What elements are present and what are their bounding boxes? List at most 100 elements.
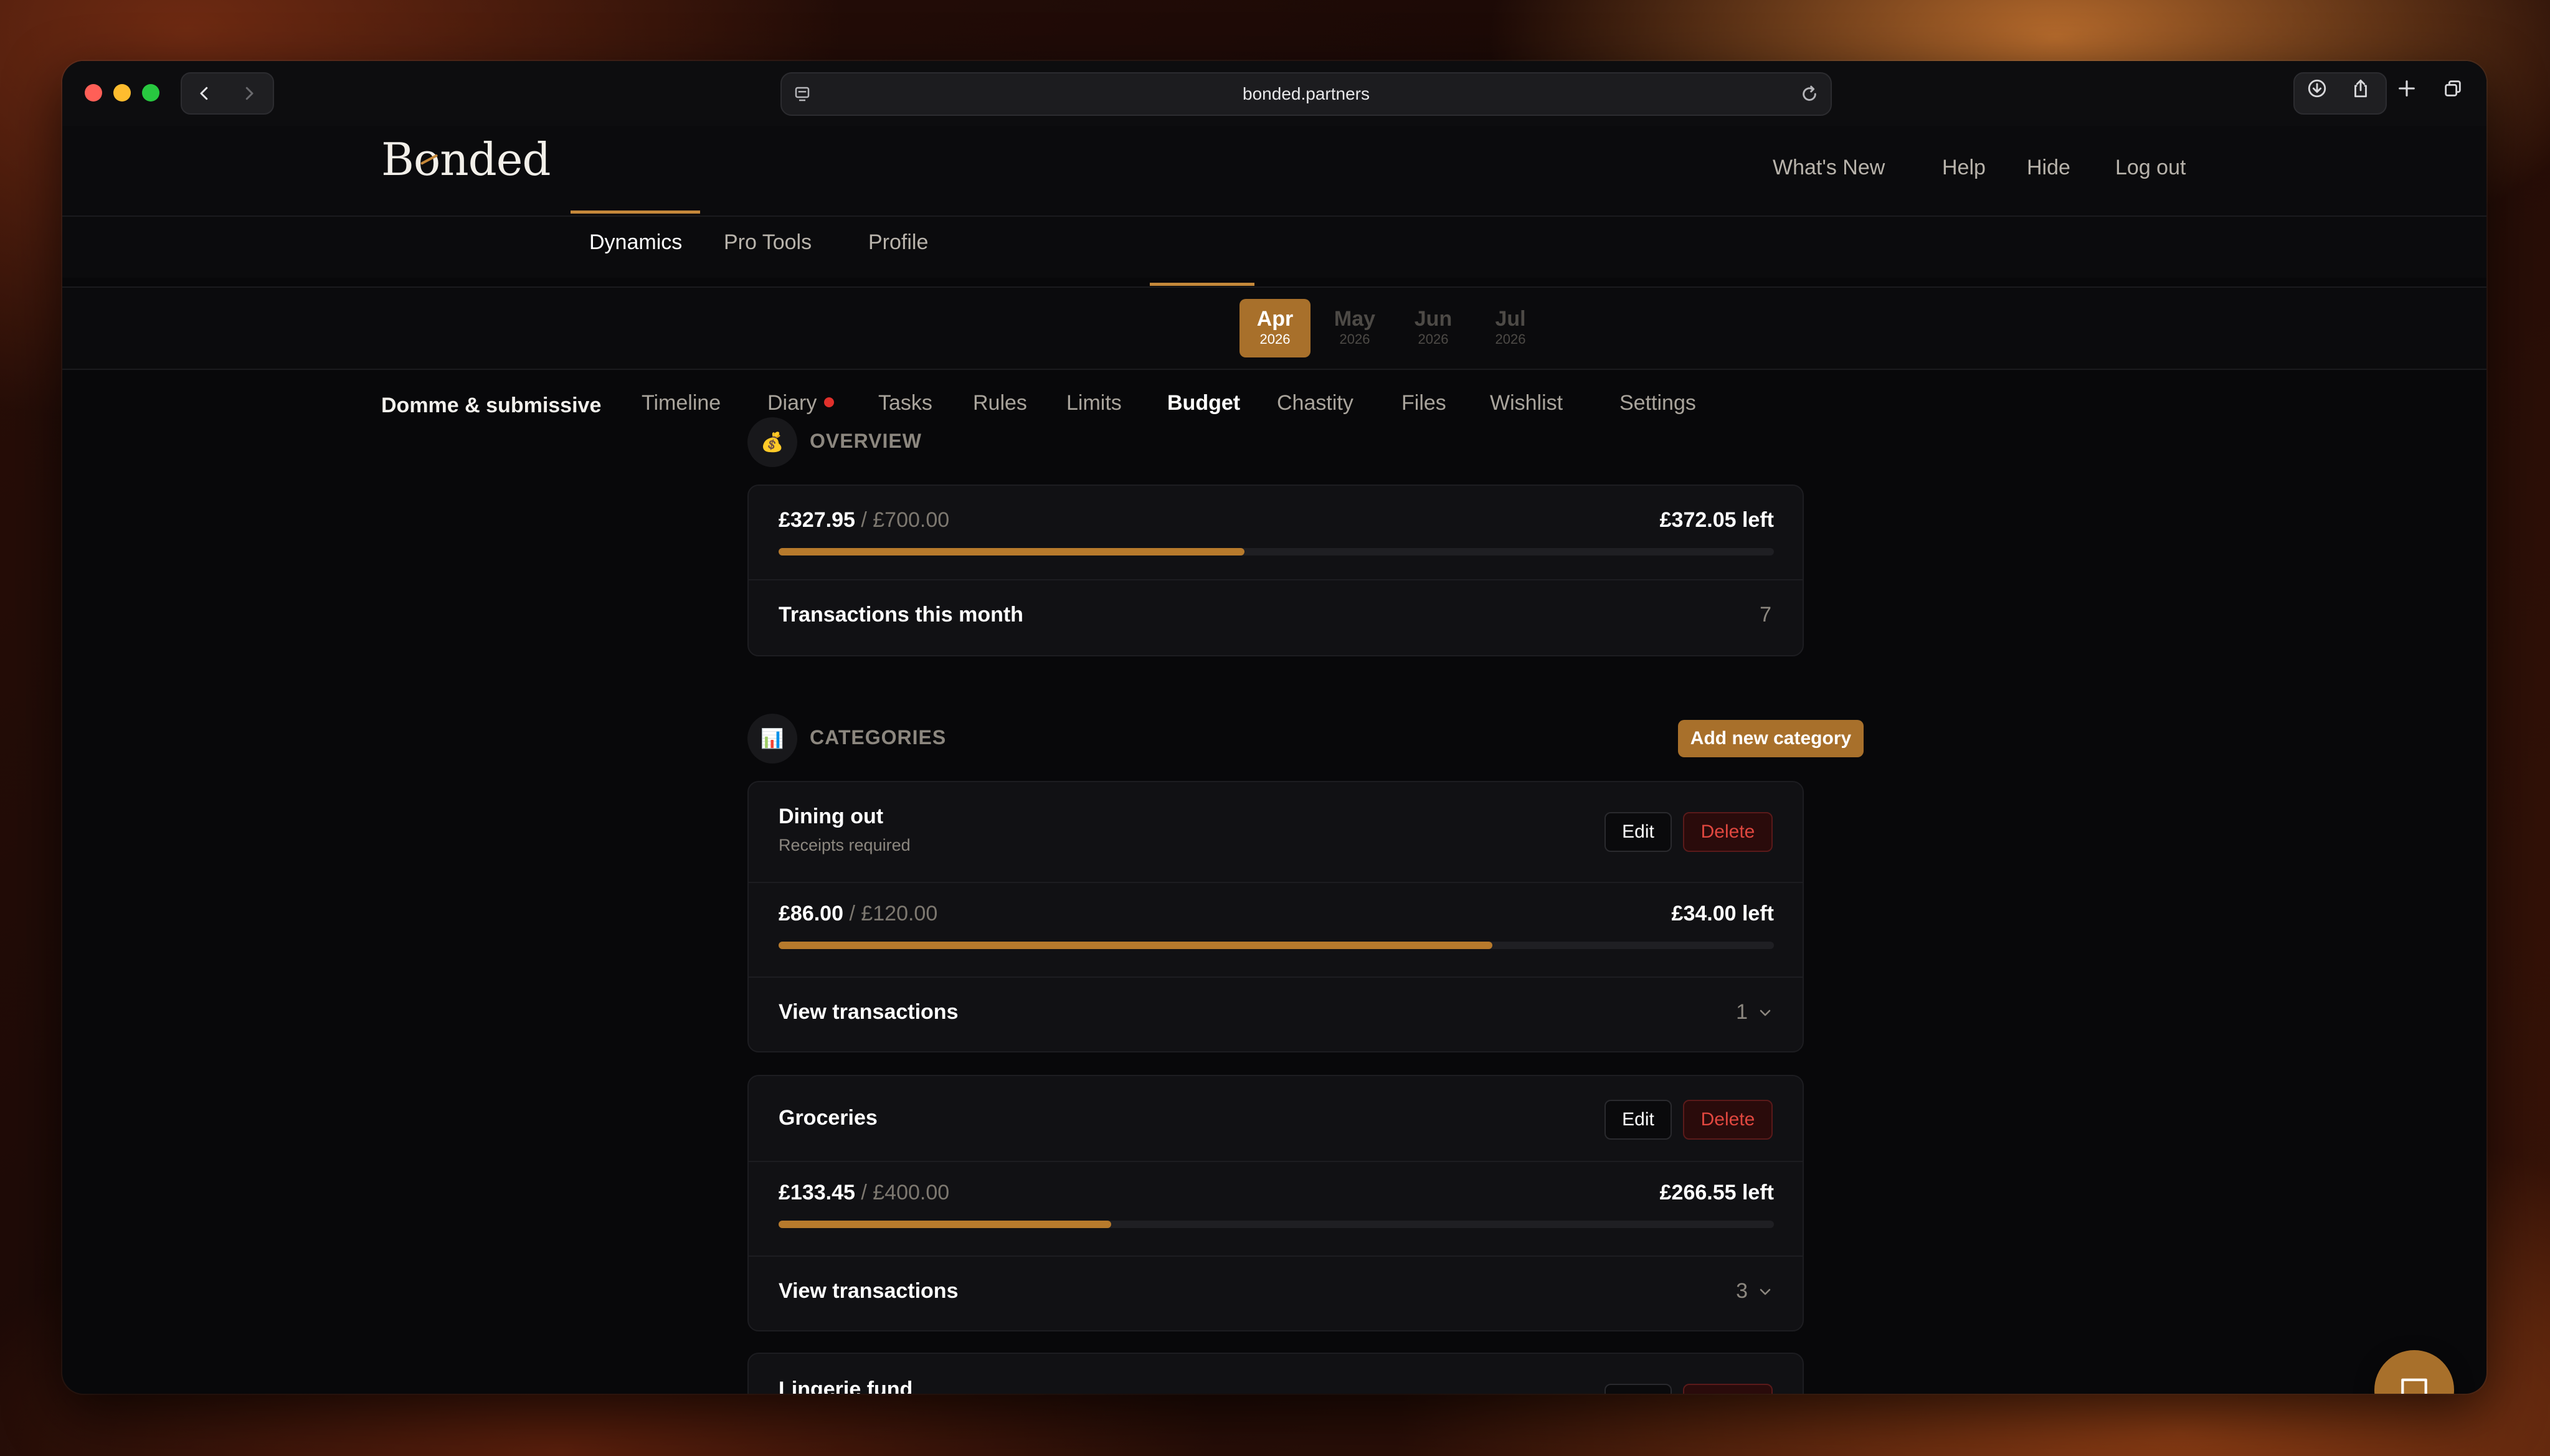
category-subtitle: Receipts required	[779, 836, 911, 854]
month-label: May	[1334, 307, 1376, 331]
chevron-down-icon	[1760, 1288, 1771, 1295]
overview-spent: £327.95	[779, 508, 855, 532]
diary-notification-dot	[824, 397, 835, 408]
browser-window: bonded.partners Bonded Dynamics Pro Tool…	[62, 61, 2486, 1394]
chat-bubble-icon	[2401, 1378, 2427, 1394]
month-label: Apr	[1256, 307, 1294, 331]
category-progress-fill	[779, 942, 1492, 949]
category-name: Groceries	[779, 1106, 878, 1130]
category-budget-row: £133.45 / £400.00 £266.55 left	[749, 1162, 1803, 1255]
downloads-icon[interactable]	[2305, 76, 2330, 101]
delete-category-button[interactable]: Delete	[1683, 1100, 1773, 1140]
month-label: Jul	[1495, 307, 1526, 331]
tab-overview-icon[interactable]	[2440, 76, 2465, 101]
new-tab-icon[interactable]	[2394, 76, 2419, 101]
category-name: Lingerie fund	[779, 1378, 913, 1394]
dynamic-subnav: Domme & submissive Timeline Diary Tasks …	[62, 217, 2486, 417]
category-progress-bar	[779, 942, 1774, 949]
view-transactions-label: View transactions	[779, 1279, 959, 1303]
dynamic-name[interactable]: Domme & submissive	[381, 394, 601, 418]
category-total: / £400.00	[861, 1181, 950, 1204]
hide-link[interactable]: Hide	[2027, 156, 2070, 180]
month-jul-2026[interactable]: Jul 2026	[1475, 299, 1546, 357]
delete-category-button[interactable]: Delete	[1683, 1384, 1773, 1394]
category-header-row: Dining out Receipts required Edit Delete	[749, 782, 1803, 882]
month-label: Jun	[1414, 307, 1453, 331]
tab-rules[interactable]: Rules	[973, 391, 1027, 415]
close-window-button[interactable]	[85, 84, 102, 102]
overview-left: £372.05 left	[1659, 508, 1774, 532]
edit-category-button[interactable]: Edit	[1604, 812, 1672, 852]
edit-category-button[interactable]: Edit	[1604, 1100, 1672, 1140]
browser-toolbar: bonded.partners	[62, 61, 2486, 126]
chat-button[interactable]	[2374, 1350, 2454, 1394]
month-jun-2026[interactable]: Jun 2026	[1398, 299, 1469, 357]
tab-settings[interactable]: Settings	[1619, 391, 1696, 415]
reload-icon[interactable]	[1799, 84, 1819, 104]
active-tab-indicator	[1150, 283, 1254, 286]
transactions-label: Transactions this month	[779, 603, 1023, 626]
category-name: Dining out	[779, 805, 884, 828]
tab-wishlist[interactable]: Wishlist	[1490, 391, 1563, 415]
category-spent: £86.00	[779, 902, 843, 925]
overview-progress-bar	[779, 548, 1774, 555]
category-left: £34.00 left	[1671, 902, 1774, 925]
bar-chart-icon: 📊	[747, 714, 797, 763]
tab-files[interactable]: Files	[1401, 391, 1446, 415]
zoom-window-button[interactable]	[142, 84, 159, 102]
tab-diary[interactable]: Diary	[767, 391, 835, 415]
tab-timeline[interactable]: Timeline	[642, 391, 721, 415]
category-progress-bar	[779, 1221, 1774, 1228]
month-year: 2026	[1495, 331, 1526, 347]
category-header-row: Lingerie fund Edit Delete	[749, 1354, 1803, 1394]
category-card-groceries: Groceries Edit Delete £133.45 / £400.00 …	[747, 1075, 1804, 1331]
month-year: 2026	[1259, 331, 1291, 347]
view-transactions-toggle[interactable]: View transactions 1	[749, 978, 1803, 1051]
help-link[interactable]: Help	[1942, 156, 1986, 180]
category-spent: £133.45	[779, 1181, 855, 1204]
address-bar[interactable]: bonded.partners	[780, 72, 1832, 116]
overview-progress-fill	[779, 548, 1244, 555]
share-icon[interactable]	[2348, 76, 2373, 101]
category-progress-fill	[779, 1221, 1111, 1228]
category-amount: £133.45 / £400.00	[779, 1181, 949, 1205]
category-card-dining-out: Dining out Receipts required Edit Delete…	[747, 781, 1804, 1052]
overview-total: / £700.00	[861, 508, 950, 532]
log-out-link[interactable]: Log out	[2115, 156, 2186, 180]
tab-diary-label: Diary	[767, 391, 817, 415]
whats-new-link[interactable]: What's New	[1773, 156, 1885, 180]
categories-title: CATEGORIES	[810, 726, 947, 749]
category-amount: £86.00 / £120.00	[779, 902, 937, 926]
tab-limits[interactable]: Limits	[1066, 391, 1122, 415]
tab-budget[interactable]: Budget	[1167, 391, 1240, 415]
tab-tasks[interactable]: Tasks	[878, 391, 932, 415]
money-bag-icon: 💰	[747, 417, 797, 467]
category-header-row: Groceries Edit Delete	[749, 1076, 1803, 1161]
month-year: 2026	[1339, 331, 1370, 347]
minimize-window-button[interactable]	[113, 84, 131, 102]
month-may-2026[interactable]: May 2026	[1319, 299, 1390, 357]
overview-title: OVERVIEW	[810, 430, 922, 452]
forward-icon[interactable]	[227, 73, 272, 113]
overview-budget-row: £327.95 / £700.00 £372.05 left	[749, 486, 1803, 579]
month-apr-2026[interactable]: Apr 2026	[1239, 299, 1311, 357]
category-budget-row: £86.00 / £120.00 £34.00 left	[749, 883, 1803, 976]
edit-category-button[interactable]: Edit	[1604, 1384, 1672, 1394]
bonded-logo[interactable]: Bonded	[381, 137, 551, 182]
delete-category-button[interactable]: Delete	[1683, 812, 1773, 852]
category-total: / £120.00	[849, 902, 938, 925]
back-icon[interactable]	[182, 73, 227, 113]
transactions-count: 7	[1760, 603, 1771, 626]
transactions-count: 1	[1736, 1000, 1748, 1024]
active-nav-indicator	[571, 210, 700, 214]
view-transactions-toggle[interactable]: View transactions 3	[749, 1257, 1803, 1330]
category-card-lingerie-fund: Lingerie fund Edit Delete	[747, 1353, 1804, 1394]
category-left: £266.55 left	[1659, 1181, 1774, 1204]
overview-amount: £327.95 / £700.00	[779, 508, 949, 532]
add-category-button[interactable]: Add new category	[1678, 720, 1864, 757]
month-divider	[62, 369, 2486, 370]
month-year: 2026	[1418, 331, 1449, 347]
tab-chastity[interactable]: Chastity	[1277, 391, 1353, 415]
history-nav	[181, 72, 274, 115]
chevron-down-icon	[1760, 1009, 1771, 1016]
